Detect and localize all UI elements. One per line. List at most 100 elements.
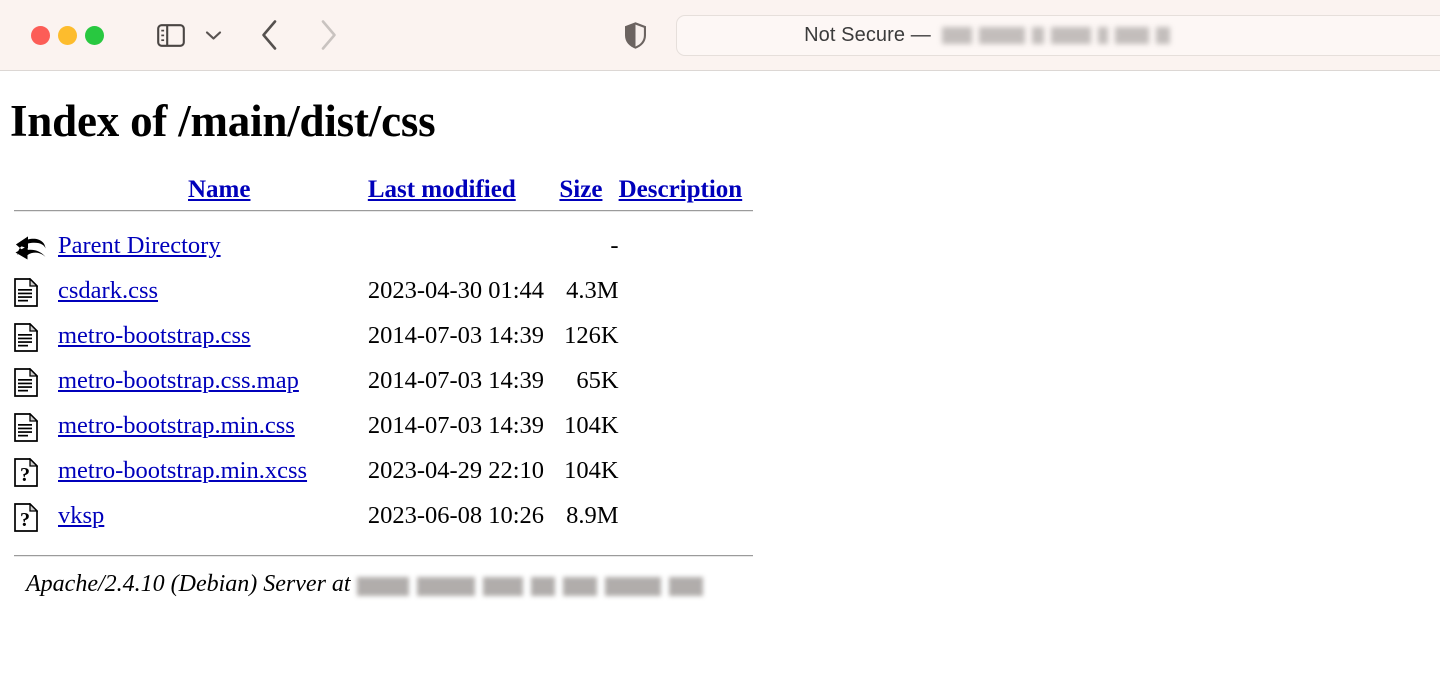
row-size-cell: 126K	[559, 314, 618, 359]
table-header-row: Name Last modified Size Description	[14, 176, 753, 204]
row-name-cell: Parent Directory	[58, 224, 368, 269]
file-link[interactable]: csdark.css	[58, 277, 158, 304]
sort-by-size-link[interactable]: Size	[559, 176, 602, 203]
sort-by-last-modified-link[interactable]: Last modified	[368, 176, 516, 203]
text-file-icon	[14, 368, 38, 397]
row-name-cell: vksp	[58, 494, 368, 539]
row-description-cell	[619, 359, 753, 404]
file-link[interactable]: metro-bootstrap.css	[58, 322, 251, 349]
table-row: metro-bootstrap.css 2014-07-03 14:39 126…	[14, 314, 753, 359]
row-name-cell: csdark.css	[58, 269, 368, 314]
row-description-cell	[619, 269, 753, 314]
header-rule-row	[14, 204, 753, 224]
sort-by-name-link[interactable]: Name	[188, 176, 250, 203]
row-icon-cell: ?	[14, 449, 58, 494]
window-controls	[0, 26, 104, 45]
server-signature-text: Apache/2.4.10 (Debian) Server at	[26, 571, 351, 598]
parent-directory-icon	[14, 236, 47, 263]
server-signature: Apache/2.4.10 (Debian) Server at	[14, 557, 1440, 598]
browser-toolbar: Not Secure —	[0, 0, 1440, 71]
row-last-modified-cell: 2014-07-03 14:39	[368, 314, 560, 359]
minimize-button[interactable]	[58, 26, 77, 45]
name-wrapper: vksp	[58, 502, 343, 530]
table-row: Parent Directory -	[14, 224, 753, 269]
row-icon-cell	[14, 269, 58, 314]
sidebar-icon	[157, 24, 185, 47]
row-icon-cell: ?	[14, 494, 58, 539]
row-size-cell: 104K	[559, 449, 618, 494]
row-icon-cell	[14, 314, 58, 359]
row-description-cell	[619, 494, 753, 539]
chevron-right-icon	[318, 19, 338, 51]
name-wrapper: metro-bootstrap.min.xcss	[58, 457, 343, 485]
row-last-modified-cell: 2023-04-30 01:44	[368, 269, 560, 314]
name-wrapper: metro-bootstrap.min.css	[58, 412, 343, 440]
row-last-modified-cell: 2014-07-03 14:39	[368, 404, 560, 449]
navigation-controls	[104, 13, 350, 57]
file-link[interactable]: vksp	[58, 502, 104, 529]
close-button[interactable]	[31, 26, 50, 45]
address-bar-content: Not Secure —	[804, 24, 1170, 47]
row-description-cell	[619, 224, 753, 269]
row-last-modified-cell: 2023-06-08 10:26	[368, 494, 560, 539]
table-row: ? vksp 2023-06-08 10:26 8.9M	[14, 494, 753, 539]
directory-table: Name Last modified Size Description	[14, 176, 753, 557]
chevron-down-icon	[205, 30, 222, 41]
unknown-file-icon: ?	[14, 458, 38, 487]
column-header-last-modified: Last modified	[368, 176, 560, 204]
table-row: ? metro-bootstrap.min.xcss 2023-04-29 22…	[14, 449, 753, 494]
text-file-icon	[14, 278, 38, 307]
row-size-cell: -	[559, 224, 618, 269]
row-icon-cell	[14, 404, 58, 449]
back-button[interactable]	[248, 13, 292, 57]
privacy-report-button[interactable]	[613, 13, 657, 57]
directory-listing: Name Last modified Size Description	[0, 176, 1440, 598]
address-bar[interactable]: Not Secure —	[676, 15, 1440, 56]
footer-rule-row	[14, 539, 753, 557]
column-header-description: Description	[619, 176, 753, 204]
file-link[interactable]: metro-bootstrap.min.xcss	[58, 457, 307, 484]
page-title: Index of /main/dist/css	[0, 71, 1440, 148]
table-row: metro-bootstrap.css.map 2014-07-03 14:39…	[14, 359, 753, 404]
file-link[interactable]: metro-bootstrap.min.css	[58, 412, 295, 439]
security-status-label: Not Secure —	[804, 24, 931, 47]
column-header-name: Name	[58, 176, 368, 204]
forward-button[interactable]	[306, 13, 350, 57]
sidebar-toggle-button[interactable]	[148, 15, 194, 55]
name-wrapper: metro-bootstrap.css.map	[58, 367, 343, 395]
privacy-shield-icon	[623, 21, 648, 50]
row-description-cell	[619, 449, 753, 494]
chevron-left-icon	[260, 19, 280, 51]
row-name-cell: metro-bootstrap.min.xcss	[58, 449, 368, 494]
column-header-size: Size	[559, 176, 618, 204]
file-link[interactable]: metro-bootstrap.css.map	[58, 367, 299, 394]
row-size-cell: 8.9M	[559, 494, 618, 539]
name-wrapper: Parent Directory	[58, 232, 343, 260]
row-name-cell: metro-bootstrap.css	[58, 314, 368, 359]
row-description-cell	[619, 314, 753, 359]
parent-directory-link[interactable]: Parent Directory	[58, 232, 221, 259]
sort-by-description-link[interactable]: Description	[619, 176, 743, 203]
header-divider	[14, 210, 753, 212]
table-body: Parent Directory -	[14, 224, 753, 557]
row-name-cell: metro-bootstrap.css.map	[58, 359, 368, 404]
sidebar-options-button[interactable]	[198, 15, 228, 55]
directory-listing-page: Index of /main/dist/css Name Last modifi…	[0, 71, 1440, 699]
row-icon-cell	[14, 224, 58, 269]
server-host-redacted	[357, 577, 703, 596]
row-description-cell	[619, 404, 753, 449]
row-size-cell: 4.3M	[559, 269, 618, 314]
unknown-file-icon: ?	[14, 503, 38, 532]
name-wrapper: metro-bootstrap.css	[58, 322, 343, 350]
row-size-cell: 65K	[559, 359, 618, 404]
header-icon-spacer	[14, 176, 58, 204]
footer-rule-cell	[14, 539, 753, 557]
maximize-button[interactable]	[85, 26, 104, 45]
row-last-modified-cell: 2023-04-29 22:10	[368, 449, 560, 494]
svg-text:?: ?	[20, 464, 30, 486]
row-icon-cell	[14, 359, 58, 404]
row-name-cell: metro-bootstrap.min.css	[58, 404, 368, 449]
text-file-icon	[14, 413, 38, 442]
name-wrapper: csdark.css	[58, 277, 343, 305]
row-last-modified-cell: 2014-07-03 14:39	[368, 359, 560, 404]
